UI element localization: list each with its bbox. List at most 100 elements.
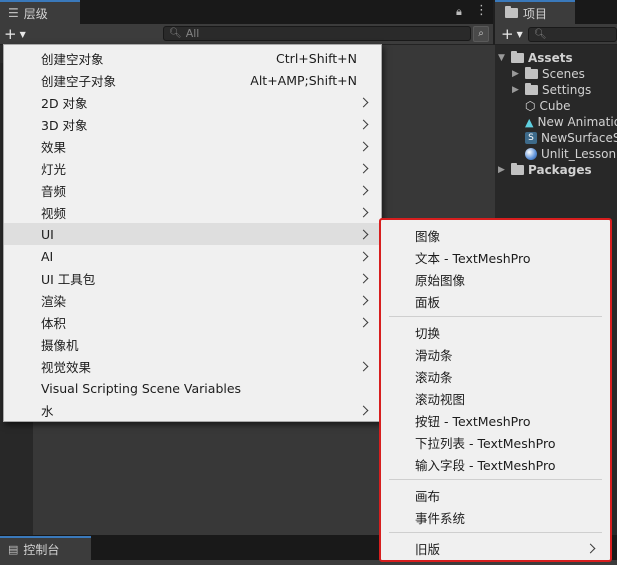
folder-icon (525, 83, 538, 95)
menu-item-label: Visual Scripting Scene Variables (41, 380, 242, 396)
submenu-item-dropdown-textmeshpro[interactable]: 下拉列表 - TextMeshPro (381, 431, 610, 453)
submenu-item-event-system[interactable]: 事件系统 (381, 506, 610, 528)
lock-icon[interactable]: 🔒︎ (456, 5, 462, 19)
cube-icon: ⬡ (525, 99, 536, 113)
submenu-item-toggle[interactable]: 切换 (381, 321, 610, 343)
menu-item-label: UI 工具包 (41, 271, 96, 287)
project-tab-label: 项目 (523, 6, 548, 21)
menu-item-create-empty-child[interactable]: 创建空子对象 Alt+AMP;Shift+N (4, 69, 381, 91)
menu-item-2d-object[interactable]: 2D 对象 (4, 91, 381, 113)
menu-item-ui[interactable]: UI (4, 223, 381, 245)
submenu-item-scroll-view[interactable]: 滚动视图 (381, 387, 610, 409)
menu-item-label: 水 (41, 403, 54, 419)
tab-console[interactable]: ▤ 控制台 (0, 536, 91, 560)
more-options-icon[interactable]: ⋮ (475, 3, 488, 18)
menu-item-ai[interactable]: AI (4, 245, 381, 267)
project-add-button[interactable]: + ▼ (501, 24, 523, 44)
hierarchy-tab-label: 层级 (23, 6, 48, 21)
folder-icon (505, 6, 518, 18)
collapsed-arrow-icon[interactable]: ▶ (512, 85, 521, 95)
chevron-right-icon (358, 295, 369, 305)
submenu-item-legacy[interactable]: 旧版 (381, 537, 610, 559)
search-icon: 🔍︎ (534, 29, 547, 40)
chevron-right-icon (358, 185, 369, 195)
collapsed-arrow-icon[interactable]: ▶ (498, 165, 507, 175)
menu-item-label: 3D 对象 (41, 117, 88, 133)
submenu-item-label: 下拉列表 - TextMeshPro (415, 435, 556, 451)
menu-item-audio[interactable]: 音频 (4, 179, 381, 201)
tree-item-material[interactable]: Unlit_Lesson5 (525, 146, 617, 162)
tree-item-label: New Animatio (537, 115, 617, 129)
tree-item-label: Assets (528, 51, 573, 65)
menu-item-visual-scripting-scene-variables[interactable]: Visual Scripting Scene Variables (4, 377, 381, 399)
chevron-right-icon (358, 163, 369, 173)
tree-item-packages[interactable]: ▶ Packages (498, 162, 592, 178)
submenu-item-panel[interactable]: 面板 (381, 290, 610, 312)
menu-item-label: 视觉效果 (41, 359, 92, 375)
menu-item-water[interactable]: 水 (4, 399, 381, 421)
menu-item-3d-object[interactable]: 3D 对象 (4, 113, 381, 135)
tree-item-shader[interactable]: S NewSurfaceS (525, 130, 617, 146)
chevron-right-icon (358, 229, 369, 239)
submenu-item-text-textmeshpro[interactable]: 文本 - TextMeshPro (381, 246, 610, 268)
submenu-item-scrollbar[interactable]: 滚动条 (381, 365, 610, 387)
chevron-right-icon (358, 361, 369, 371)
menu-separator (389, 532, 602, 533)
chevron-right-icon (358, 405, 369, 415)
search-filter-button[interactable]: ⌕ (473, 26, 489, 42)
menu-item-label: UI (41, 226, 54, 242)
menu-item-label: 体积 (41, 315, 67, 331)
menu-item-camera[interactable]: 摄像机 (4, 333, 381, 355)
plus-icon: + (4, 25, 17, 43)
submenu-item-raw-image[interactable]: 原始图像 (381, 268, 610, 290)
menu-item-create-empty[interactable]: 创建空对象 Ctrl+Shift+N (4, 47, 381, 69)
menu-item-label: 效果 (41, 139, 67, 155)
menu-item-light[interactable]: 灯光 (4, 157, 381, 179)
menu-item-video[interactable]: 视频 (4, 201, 381, 223)
menu-item-label: 2D 对象 (41, 95, 88, 111)
tree-item-scenes[interactable]: ▶ Scenes (512, 66, 585, 82)
submenu-item-label: 文本 - TextMeshPro (415, 250, 531, 266)
tree-item-settings[interactable]: ▶ Settings (512, 82, 591, 98)
tree-item-assets[interactable]: ▼ Assets (498, 50, 573, 66)
tree-item-animation[interactable]: ▲ New Animatio (525, 114, 617, 130)
tab-hierarchy[interactable]: ☰ 层级 (0, 0, 80, 24)
project-search-input[interactable]: 🔍︎ (528, 27, 617, 42)
menu-item-effects[interactable]: 效果 (4, 135, 381, 157)
submenu-item-button-textmeshpro[interactable]: 按钮 - TextMeshPro (381, 409, 610, 431)
material-icon (525, 148, 537, 160)
ui-submenu: 图像 文本 - TextMeshPro 原始图像 面板 切换 滑动条 滚动条 滚… (379, 218, 612, 562)
menu-item-rendering[interactable]: 渲染 (4, 289, 381, 311)
submenu-item-input-field-textmeshpro[interactable]: 输入字段 - TextMeshPro (381, 453, 610, 475)
shader-icon: S (525, 132, 537, 144)
menu-item-ui-toolkit[interactable]: UI 工具包 (4, 267, 381, 289)
menu-item-volume[interactable]: 体积 (4, 311, 381, 333)
hierarchy-add-button[interactable]: + ▼ (4, 24, 34, 44)
submenu-item-canvas[interactable]: 画布 (381, 484, 610, 506)
submenu-item-label: 旧版 (415, 541, 441, 557)
submenu-item-label: 输入字段 - TextMeshPro (415, 457, 556, 473)
search-placeholder: All (185, 27, 200, 40)
menu-item-label: 音频 (41, 183, 67, 199)
chevron-right-icon (358, 141, 369, 151)
menu-item-label: 视频 (41, 205, 67, 221)
chevron-right-icon (358, 273, 369, 283)
submenu-item-image[interactable]: 图像 (381, 224, 610, 246)
tree-item-label: Cube (539, 99, 571, 113)
submenu-item-label: 画布 (415, 488, 441, 504)
collapsed-arrow-icon[interactable]: ▶ (512, 69, 521, 79)
submenu-item-slider[interactable]: 滑动条 (381, 343, 610, 365)
tab-project[interactable]: 项目 (495, 0, 575, 24)
submenu-item-label: 面板 (415, 294, 441, 310)
hierarchy-search-input[interactable]: 🔍︎ All (163, 26, 471, 41)
menu-item-visual-effects[interactable]: 视觉效果 (4, 355, 381, 377)
chevron-right-icon (358, 207, 369, 217)
tree-item-label: Settings (542, 83, 592, 97)
submenu-item-label: 原始图像 (415, 272, 466, 288)
tree-item-label: Unlit_Lesson5 (541, 147, 617, 161)
expand-arrow-icon[interactable]: ▼ (498, 53, 507, 63)
submenu-item-label: 滑动条 (415, 347, 453, 363)
menu-item-label: 创建空对象 (41, 51, 104, 67)
tree-item-cube[interactable]: ⬡ Cube (525, 98, 570, 114)
submenu-item-label: 滚动视图 (415, 391, 466, 407)
